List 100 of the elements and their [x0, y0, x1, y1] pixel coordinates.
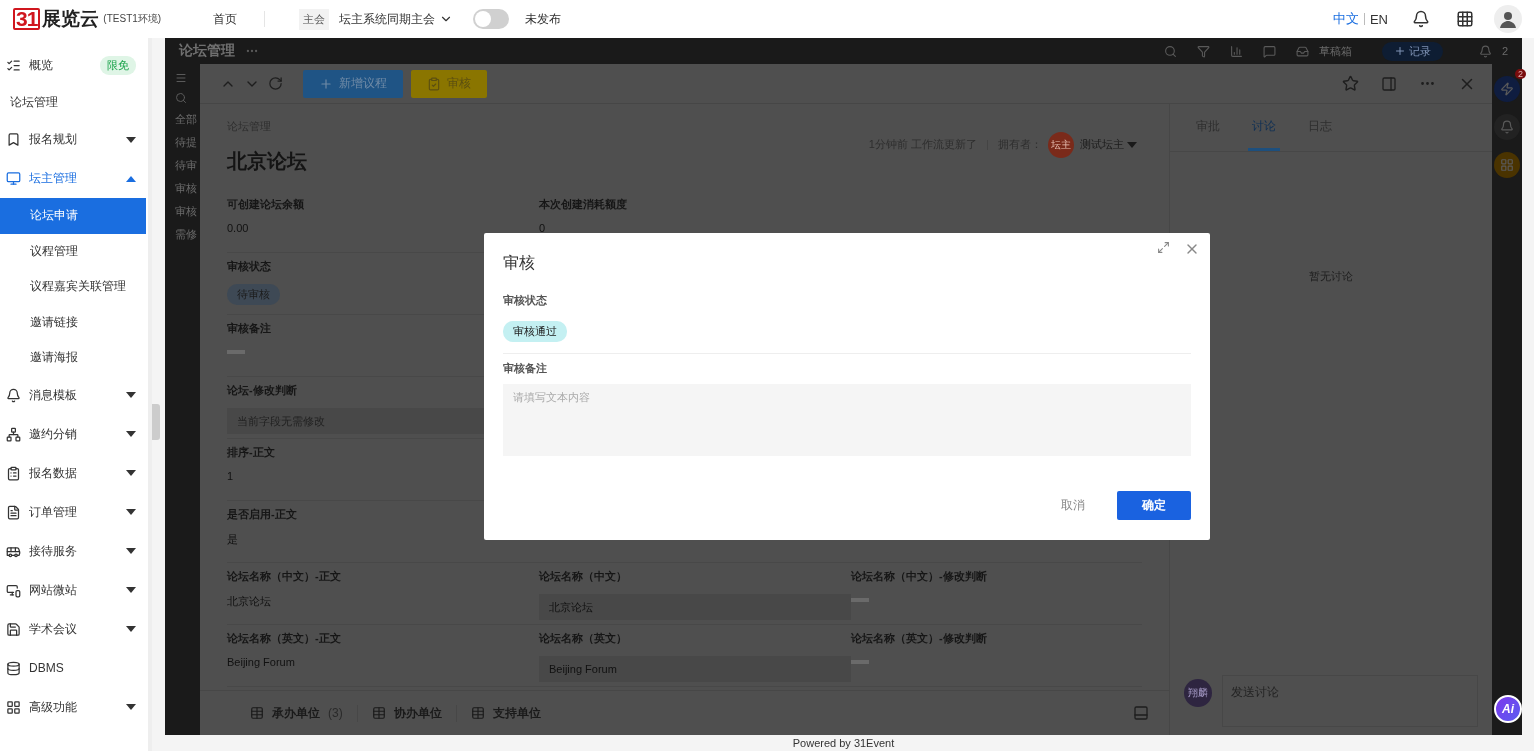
- inbox-icon[interactable]: [1295, 44, 1309, 58]
- apps-icon[interactable]: [1456, 10, 1474, 28]
- caret-down-icon: [126, 136, 136, 143]
- sidebar-label: 学术会议: [29, 620, 78, 638]
- sidebar-label: 高级功能: [29, 698, 78, 716]
- logo-mark: 31: [13, 8, 41, 30]
- lightning-icon: [1500, 82, 1514, 96]
- field-label: 论坛名称（英文）: [539, 631, 627, 646]
- grid-icon: [1500, 158, 1514, 172]
- field-label: 审核备注: [227, 321, 271, 336]
- sidebar-group[interactable]: 高级功能: [0, 687, 148, 727]
- field-label: 审核备注: [503, 361, 548, 376]
- collapse-handle[interactable]: [152, 404, 160, 440]
- publish-toggle[interactable]: [473, 9, 510, 29]
- caret-down-icon: [126, 509, 136, 515]
- environment-label: (TEST1环境): [103, 12, 162, 26]
- caret-down-icon: [126, 626, 136, 632]
- field-label: 论坛-修改判断: [227, 383, 297, 398]
- sidebar-subitem[interactable]: 议程嘉宾关联管理: [0, 269, 148, 305]
- chart-icon[interactable]: [1229, 44, 1243, 58]
- sidebar-group[interactable]: 消息模板: [0, 375, 148, 415]
- sidebar-item[interactable]: 概览 限免: [0, 46, 148, 85]
- field-value: 是: [227, 532, 238, 547]
- filter-item[interactable]: 需修: [175, 227, 200, 242]
- field-value: 1: [227, 470, 234, 482]
- clipboard-icon: [427, 76, 441, 91]
- sidebar-subitem[interactable]: 邀请链接: [0, 304, 148, 340]
- field-label: 审核状态: [227, 259, 271, 274]
- field-label: 本次创建消耗额度: [539, 197, 627, 212]
- footer-text: Powered by 31Event: [791, 736, 896, 751]
- caret-down-icon: [126, 704, 136, 710]
- sidebar-group[interactable]: 报名规划: [0, 120, 148, 159]
- panel-bottom-icon[interactable]: [1133, 705, 1149, 721]
- caret-down-icon: [126, 431, 136, 437]
- sidebar-label: 概览: [29, 57, 54, 74]
- bell-button[interactable]: [1494, 114, 1520, 140]
- sidebar-group[interactable]: 邀约分销: [0, 414, 148, 454]
- confirm-button[interactable]: 确定: [1117, 491, 1191, 520]
- star-icon[interactable]: [1342, 75, 1359, 92]
- sidebar-group[interactable]: 报名数据: [0, 453, 148, 493]
- refresh-icon[interactable]: [268, 76, 283, 91]
- user-avatar[interactable]: [1494, 5, 1522, 33]
- field-label: 论坛名称（中文）-修改判断: [851, 569, 987, 584]
- comment-icon[interactable]: [1262, 44, 1276, 58]
- sidebar-subitem[interactable]: 论坛申请: [0, 198, 146, 234]
- sidebar-group[interactable]: 接待服务: [0, 531, 148, 571]
- table-icon: [470, 706, 485, 720]
- field-label: 排序-正文: [227, 445, 275, 460]
- event-selector[interactable]: 坛主系统同期主会: [339, 10, 454, 28]
- remark-field[interactable]: 请填写文本内容: [503, 384, 1191, 456]
- dialog-title: 审核: [503, 253, 536, 273]
- free-badge: 限免: [100, 56, 136, 75]
- field-label: 论坛名称（中文）: [539, 569, 627, 584]
- filter-item[interactable]: 审核: [175, 204, 200, 219]
- field-label: 是否启用-正文: [227, 507, 297, 522]
- sidebar-group[interactable]: 学术会议: [0, 609, 148, 649]
- add-record-button[interactable]: 记录: [1381, 41, 1443, 61]
- sidebar-label: DBMS: [29, 661, 65, 675]
- sidebar-subitem[interactable]: 邀请海报: [0, 340, 148, 376]
- caret-up-icon: [126, 175, 136, 182]
- filter-item[interactable]: 全部: [175, 112, 200, 127]
- language-link[interactable]: 中文: [1332, 10, 1359, 28]
- panel-icon[interactable]: [1381, 75, 1397, 92]
- drafts-link[interactable]: 草稿箱: [1318, 43, 1352, 59]
- nav-link[interactable]: 首页: [213, 10, 238, 28]
- sidebar-heading[interactable]: 论坛管理: [0, 85, 148, 120]
- field-label: 论坛名称（英文）-正文: [227, 631, 341, 646]
- search-icon[interactable]: [1163, 44, 1177, 58]
- plus-icon: [1393, 45, 1406, 57]
- status-tag[interactable]: 审核通过: [503, 321, 567, 342]
- plus-icon: [319, 76, 333, 91]
- sidebar-label: 报名规划: [29, 131, 78, 148]
- sidebar-label: 订单管理: [29, 503, 78, 521]
- table-icon: [250, 706, 264, 720]
- sidebar-label: 消息模板: [29, 386, 78, 404]
- lightning-button[interactable]: [1494, 76, 1520, 102]
- sidebar-item[interactable]: DBMS: [0, 648, 148, 688]
- field-value: Beijing Forum: [227, 656, 295, 668]
- page-title: 论坛管理: [179, 42, 235, 60]
- sidebar-group[interactable]: 订单管理: [0, 492, 148, 532]
- filter-item[interactable]: 审核: [175, 181, 200, 196]
- publish-status: 未发布: [525, 10, 562, 28]
- count-badge: 2: [1515, 69, 1526, 79]
- sidebar-label: 邀约分销: [29, 425, 78, 443]
- sidebar-group[interactable]: 坛主管理: [0, 159, 148, 198]
- field-label: 论坛名称（英文）-修改判断: [851, 631, 987, 646]
- bell-icon[interactable]: [1478, 44, 1492, 58]
- filter-item[interactable]: 待审: [175, 158, 200, 173]
- field-label: 可创建论坛余额: [227, 197, 304, 212]
- notification-icon[interactable]: [1412, 10, 1430, 28]
- cancel-button[interactable]: 取消: [1055, 496, 1091, 515]
- sidebar-group[interactable]: 网站微站: [0, 570, 148, 610]
- language-link[interactable]: EN: [1369, 11, 1388, 27]
- sidebar-subitem[interactable]: 议程管理: [0, 233, 148, 269]
- filter-item[interactable]: 待提: [175, 135, 200, 150]
- caret-down-icon: [126, 587, 136, 593]
- apps-button[interactable]: [1494, 152, 1520, 178]
- filter-icon[interactable]: [1196, 44, 1210, 58]
- notification-count: 2: [1501, 45, 1508, 57]
- caret-down-icon: [126, 392, 136, 398]
